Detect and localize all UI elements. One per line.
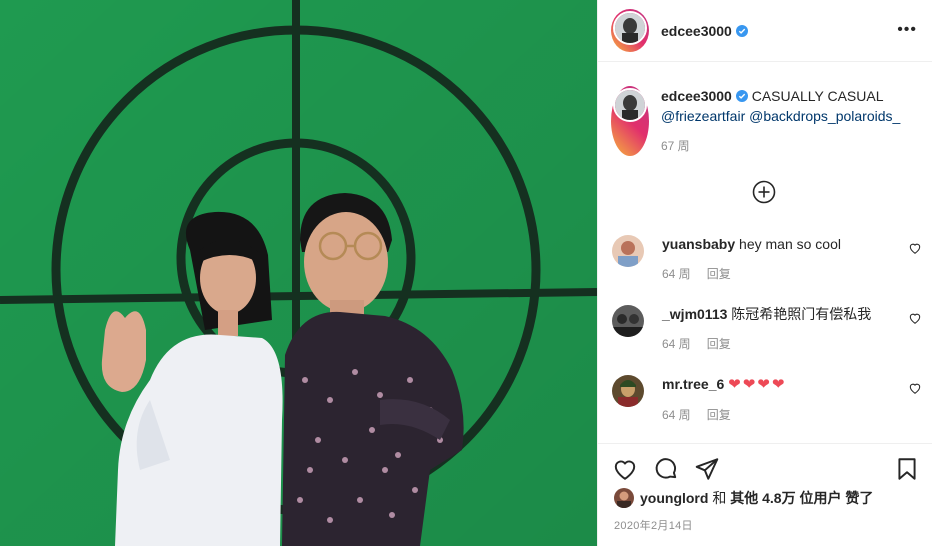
caption-avatar-ring[interactable]	[611, 86, 649, 156]
heart-icon[interactable]	[612, 456, 638, 482]
commenter-avatar[interactable]	[612, 235, 644, 267]
comment-timestamp: 64 周	[662, 337, 691, 351]
comment-username[interactable]: yuansbaby	[662, 236, 735, 252]
comment-body: _wjm0113 陈冠希艳照门有偿私我 64 周 回复	[662, 305, 871, 353]
more-icon[interactable]: •••	[897, 22, 917, 38]
comment-icon[interactable]	[653, 456, 679, 482]
reply-button[interactable]: 回复	[707, 408, 731, 422]
post-side-panel: edcee3000 ••• edcee3000 CASUALLY CASUAL …	[597, 0, 932, 546]
liker-avatar[interactable]	[614, 488, 634, 508]
likes-others-text[interactable]: 其他	[730, 490, 758, 506]
comment-username[interactable]: _wjm0113	[662, 306, 727, 322]
comment-body: mr.tree_6 ❤❤❤❤ 64 周 回复	[662, 375, 786, 424]
post-date: 2020年2月14日	[614, 520, 693, 532]
verified-badge-icon	[735, 24, 748, 37]
liker-username[interactable]: younglord	[640, 490, 708, 506]
verified-badge-icon	[735, 90, 748, 102]
heart-icon[interactable]	[908, 311, 922, 325]
caption-avatar[interactable]	[613, 88, 647, 122]
commenter-avatar[interactable]	[612, 305, 644, 337]
mention-link[interactable]: @backdrops_polaroids_	[749, 108, 900, 124]
author-avatar-ring[interactable]	[611, 9, 649, 52]
post-photo[interactable]	[0, 0, 597, 546]
comment-text: 陈冠希艳照门有偿私我	[731, 306, 872, 322]
comment-body: yuansbaby hey man so cool 64 周 回复	[662, 235, 841, 283]
comment-timestamp: 64 周	[662, 408, 691, 422]
caption-text: CASUALLY CASUAL	[751, 88, 884, 104]
post-header: edcee3000 •••	[598, 0, 932, 62]
action-bar	[598, 443, 932, 493]
comment-text: ❤❤❤❤	[728, 376, 787, 393]
reply-button[interactable]: 回复	[707, 337, 731, 351]
comment-item: yuansbaby hey man so cool 64 周 回复	[612, 235, 922, 283]
author-avatar[interactable]	[613, 11, 647, 45]
likes-suffix: 位用户 赞了	[799, 490, 874, 506]
author-username-text[interactable]: edcee3000	[661, 23, 732, 39]
mention-link[interactable]: @friezeartfair	[661, 108, 745, 124]
commenter-avatar[interactable]	[612, 375, 644, 407]
caption-timestamp: 67 周	[661, 139, 690, 153]
author-username[interactable]: edcee3000	[661, 23, 748, 39]
comment-item: _wjm0113 陈冠希艳照门有偿私我 64 周 回复	[612, 305, 922, 353]
bookmark-icon[interactable]	[894, 456, 920, 482]
caption: edcee3000 CASUALLY CASUAL @friezeartfair…	[611, 86, 921, 156]
likes-count[interactable]: 4.8万	[762, 490, 795, 506]
caption-body: edcee3000 CASUALLY CASUAL @friezeartfair…	[661, 86, 900, 156]
heart-icon[interactable]	[908, 381, 922, 395]
heart-icon[interactable]	[908, 241, 922, 255]
likes-and-text: 和	[712, 490, 727, 506]
comment-text: hey man so cool	[739, 236, 841, 252]
send-icon[interactable]	[694, 456, 720, 482]
comment-item: mr.tree_6 ❤❤❤❤ 64 周 回复	[612, 375, 922, 424]
likes-summary[interactable]: younglord 和 其他 4.8万 位用户 赞了	[614, 488, 873, 508]
reply-button[interactable]: 回复	[707, 267, 731, 281]
caption-username[interactable]: edcee3000	[661, 88, 732, 104]
comment-username[interactable]: mr.tree_6	[662, 376, 724, 392]
comment-timestamp: 64 周	[662, 267, 691, 281]
plus-circle-icon[interactable]	[752, 180, 776, 204]
